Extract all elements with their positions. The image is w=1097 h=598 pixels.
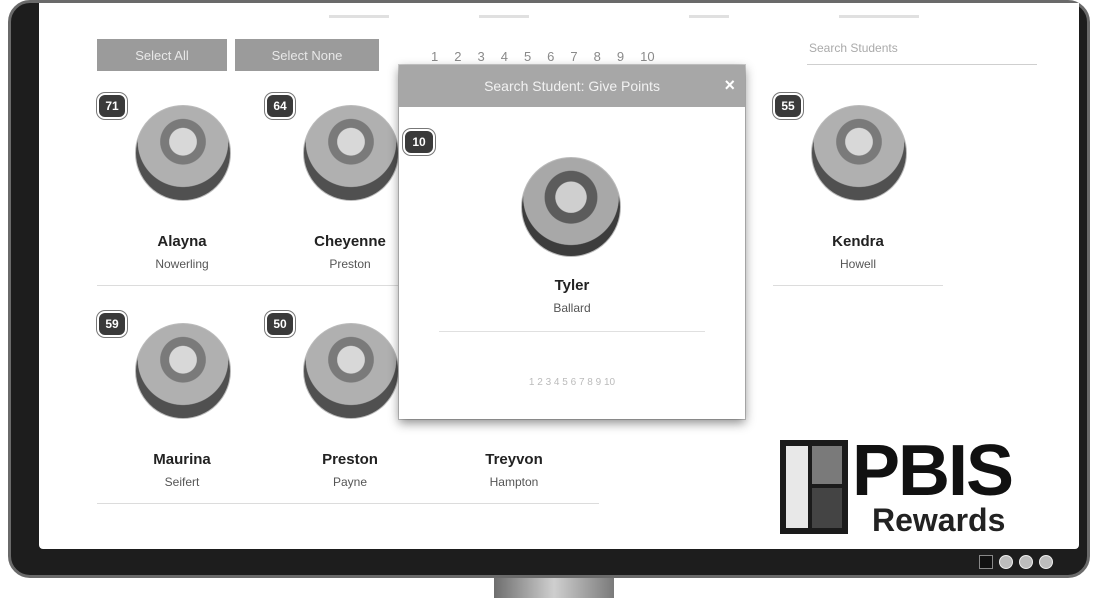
page-10[interactable]: 10 (640, 49, 654, 64)
point-options[interactable]: 1 2 3 4 5 6 7 8 9 10 (399, 377, 745, 388)
top-faint-bar (39, 15, 1079, 21)
student-first-name: Kendra (832, 233, 884, 250)
avatar (135, 323, 231, 419)
student-first-name: Preston (322, 451, 378, 468)
points-badge: 55 (773, 93, 803, 119)
search-input[interactable]: Search Students (807, 41, 1037, 65)
student-last-name: Howell (839, 257, 876, 271)
student-last-name: Seifert (164, 475, 200, 489)
divider (265, 503, 435, 504)
page-5[interactable]: 5 (524, 49, 531, 64)
student-card[interactable]: 55 Kendra Howell (773, 93, 943, 286)
points-badge: 71 (97, 93, 127, 119)
divider (773, 285, 943, 286)
student-last-name: Ballard (553, 301, 591, 315)
divider (97, 503, 267, 504)
control-dot-icon (1019, 555, 1033, 569)
student-last-name: Nowerling (155, 257, 209, 271)
student-first-name: Tyler (554, 277, 590, 294)
avatar (521, 157, 621, 257)
points-badge: 64 (265, 93, 295, 119)
select-all-button[interactable]: Select All (97, 39, 227, 71)
logo-rewards-text: Rewards (872, 502, 1006, 538)
pagination: 1 2 3 4 5 6 7 8 9 10 (431, 49, 655, 64)
page-4[interactable]: 4 (501, 49, 508, 64)
student-first-name: Alayna (157, 233, 207, 250)
points-badge: 50 (265, 311, 295, 337)
student-card[interactable]: 59 Maurina Seifert (97, 311, 267, 504)
give-points-modal: Search Student: Give Points × 10 Tyler B… (399, 65, 745, 419)
select-none-button[interactable]: Select None (235, 39, 379, 71)
divider (439, 331, 705, 332)
modal-title: Search Student: Give Points (484, 78, 660, 94)
points-badge: 10 (403, 129, 435, 155)
page-6[interactable]: 6 (547, 49, 554, 64)
page-8[interactable]: 8 (594, 49, 601, 64)
page-1[interactable]: 1 (431, 49, 438, 64)
monitor-buttons (979, 555, 1053, 569)
avatar (811, 105, 907, 201)
divider (429, 503, 599, 504)
page-3[interactable]: 3 (477, 49, 484, 64)
student-first-name: Maurina (153, 451, 211, 468)
monitor-stand (494, 578, 614, 598)
page-2[interactable]: 2 (454, 49, 461, 64)
page-9[interactable]: 9 (617, 49, 624, 64)
student-card[interactable]: 64 Cheyenne Preston (265, 93, 435, 286)
control-dot-icon (1039, 555, 1053, 569)
student-first-name: Treyvon (485, 451, 543, 468)
avatar (135, 105, 231, 201)
power-button-icon (979, 555, 993, 569)
divider (97, 285, 267, 286)
logo-pbis-text: PBIS (852, 431, 1014, 511)
close-icon[interactable]: × (724, 75, 735, 95)
points-badge: 59 (97, 311, 127, 337)
pbis-rewards-logo: PBIS Rewards (780, 431, 1040, 540)
control-dot-icon (999, 555, 1013, 569)
modal-header: Search Student: Give Points × (399, 65, 745, 107)
avatar (303, 105, 399, 201)
logo-mark-icon (780, 440, 848, 534)
page-7[interactable]: 7 (570, 49, 577, 64)
avatar (303, 323, 399, 419)
student-last-name: Payne (332, 475, 368, 489)
student-card[interactable]: 71 Alayna Nowerling (97, 93, 267, 286)
student-last-name: Hampton (489, 475, 539, 489)
student-card[interactable]: 50 Preston Payne (265, 311, 435, 504)
